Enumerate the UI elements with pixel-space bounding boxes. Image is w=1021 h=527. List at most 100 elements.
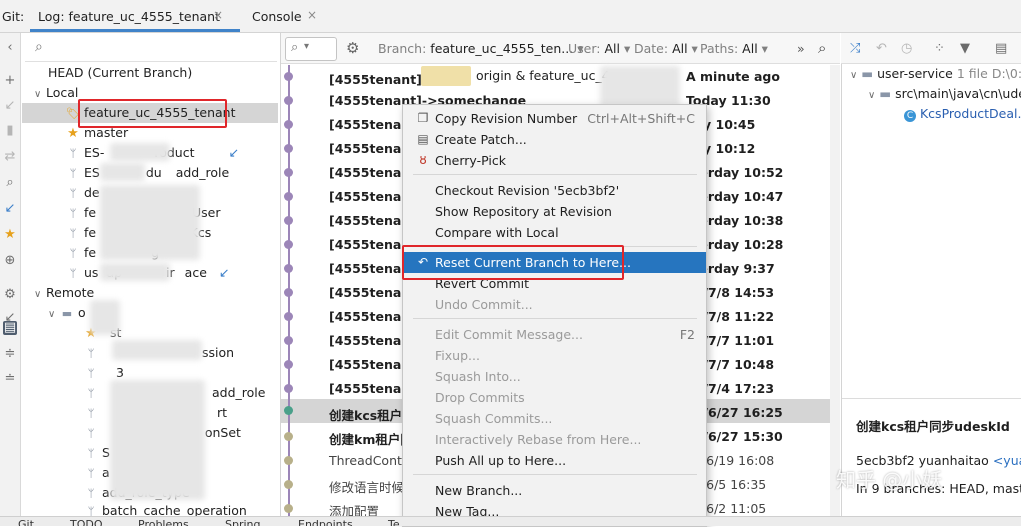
branch-icon: ᛘ bbox=[87, 407, 95, 420]
chevron-down-icon: ∨ bbox=[868, 90, 876, 101]
menu-push-up[interactable]: Push All up to Here... bbox=[403, 450, 706, 471]
search-icon[interactable]: ⌕ bbox=[3, 176, 17, 190]
paths-filter[interactable]: Paths: All ▾ bbox=[700, 41, 768, 56]
tool-window-tabbar: Git: Log: feature_uc_4555_tenant × Conso… bbox=[0, 0, 1021, 33]
menu-compare-local[interactable]: Compare with Local bbox=[403, 222, 706, 243]
diff-arrows-icon[interactable]: ⤮ bbox=[850, 41, 860, 56]
folder-icon: ▬ bbox=[61, 307, 73, 320]
tab-log[interactable]: Log: feature_uc_4555_tenant bbox=[38, 9, 220, 24]
menu-copy-revision[interactable]: ❐ Copy Revision Number Ctrl+Alt+Shift+C bbox=[403, 108, 706, 129]
commit-graph-node-selected bbox=[284, 406, 293, 415]
commit-message: 修改语言时候 bbox=[329, 480, 405, 495]
branch-icon: ᛘ bbox=[87, 347, 95, 360]
collapse-all-icon[interactable]: ≐ bbox=[3, 372, 17, 386]
folder-icon: ▬ bbox=[879, 86, 892, 101]
fetch-icon[interactable]: ↙ bbox=[3, 202, 17, 216]
tab-console[interactable]: Console bbox=[252, 9, 302, 24]
repository-icon[interactable]: ⊕ bbox=[3, 254, 17, 268]
privacy-blur bbox=[100, 263, 170, 281]
menu-show-repository[interactable]: Show Repository at Revision bbox=[403, 201, 706, 222]
commit-graph-node bbox=[284, 456, 293, 465]
menu-fixup[interactable]: Fixup... bbox=[403, 345, 706, 366]
menu-checkout-revision[interactable]: Checkout Revision '5ecb3bf2' bbox=[403, 180, 706, 201]
branch-icon: ᛘ bbox=[87, 447, 95, 460]
java-class-icon: C bbox=[904, 110, 916, 122]
chevron-down-icon: ∨ bbox=[34, 89, 42, 100]
remote-origin-folder[interactable]: ∨ ▬ o bbox=[48, 303, 86, 323]
search-icon: ⌕ bbox=[291, 40, 299, 55]
head-node[interactable]: HEAD (Current Branch) bbox=[48, 63, 192, 83]
remote-branch-item[interactable]: ᛘS bbox=[84, 443, 110, 463]
branch-icon: ᛘ bbox=[69, 167, 77, 180]
update-arrow-icon[interactable]: ↙ bbox=[3, 99, 17, 113]
date-filter[interactable]: Date: All ▾ bbox=[634, 41, 698, 56]
commit-graph-node bbox=[284, 312, 293, 321]
collapse-arrow-icon[interactable]: ‹ bbox=[3, 41, 17, 55]
group-by-icon[interactable]: ⁘ bbox=[934, 41, 945, 56]
expand-all-icon[interactable]: ≑ bbox=[3, 347, 17, 361]
menu-squash-commits[interactable]: Squash Commits... bbox=[403, 408, 706, 429]
branch-icon: ᛘ bbox=[87, 427, 95, 440]
watermark: 知乎 @小妖 bbox=[836, 468, 943, 492]
log-filter-search[interactable]: ⌕ ▾ bbox=[285, 37, 337, 61]
close-log-tab-icon[interactable]: × bbox=[213, 8, 223, 22]
group-by-icon[interactable]: ▤ bbox=[3, 321, 17, 335]
branch-filter[interactable]: Branch: feature_uc_4555_ten... ▾ bbox=[378, 41, 583, 56]
commit-date: A minute ago bbox=[686, 69, 780, 84]
commit-graph-node bbox=[284, 144, 293, 153]
branch-item[interactable]: ᛘ de bbox=[66, 183, 100, 203]
branch-icon: ᛘ bbox=[87, 367, 95, 380]
menu-separator bbox=[413, 474, 697, 475]
compare-icon[interactable]: ⇄ bbox=[3, 150, 17, 164]
filter-icon[interactable]: ▼ bbox=[960, 41, 970, 56]
commit-graph-node bbox=[284, 216, 293, 225]
settings-gear-icon[interactable]: ⚙ bbox=[3, 288, 17, 302]
remote-group[interactable]: ∨ Remote bbox=[34, 283, 94, 303]
layout-icon[interactable]: ▤ bbox=[995, 41, 1007, 56]
history-icon[interactable]: ◷ bbox=[901, 41, 912, 56]
dropdown-arrow-icon: ▾ bbox=[304, 41, 310, 52]
branch-master[interactable]: ★ master bbox=[66, 123, 128, 143]
close-console-tab-icon[interactable]: × bbox=[307, 8, 317, 22]
add-icon[interactable]: + bbox=[3, 74, 17, 88]
menu-cherry-pick[interactable]: ȣ Cherry-Pick bbox=[403, 150, 706, 171]
commit-graph-node bbox=[284, 504, 293, 513]
privacy-blur bbox=[90, 300, 120, 335]
commit-graph-node bbox=[284, 264, 293, 273]
favorite-star-icon[interactable]: ★ bbox=[3, 228, 17, 242]
delete-icon[interactable]: ▮ bbox=[3, 124, 17, 138]
search-icon[interactable]: ⌕ bbox=[818, 39, 826, 57]
commit-graph-node bbox=[284, 120, 293, 129]
branch-icon: ᛘ bbox=[69, 267, 77, 280]
more-filters-icon[interactable]: » bbox=[797, 41, 805, 56]
branch-icon: ᛘ bbox=[69, 227, 77, 240]
module-node[interactable]: ∨ ▬ user-service 1 file D:\0: bbox=[850, 66, 1021, 81]
patch-icon: ▤ bbox=[417, 132, 429, 146]
changed-file[interactable]: C KcsProductDeal.ja bbox=[904, 106, 1021, 122]
commit-graph-node bbox=[284, 360, 293, 369]
menu-separator bbox=[413, 174, 697, 175]
menu-squash-into[interactable]: Squash Into... bbox=[403, 366, 706, 387]
user-filter[interactable]: User: All ▾ bbox=[568, 41, 630, 56]
menu-create-patch[interactable]: ▤ Create Patch... bbox=[403, 129, 706, 150]
privacy-blur bbox=[110, 380, 205, 500]
branch-search-field[interactable]: ⌕ bbox=[25, 37, 277, 62]
branch-icon: ᛘ bbox=[69, 247, 77, 260]
annotation-highlight-box bbox=[402, 245, 624, 280]
menu-edit-message[interactable]: Edit Commit Message... F2 bbox=[403, 324, 706, 345]
menu-drop-commits[interactable]: Drop Commits bbox=[403, 387, 706, 408]
menu-undo-commit[interactable]: Undo Commit... bbox=[403, 294, 706, 315]
commit-graph-node bbox=[284, 384, 293, 393]
menu-separator bbox=[413, 318, 697, 319]
settings-gear-icon[interactable]: ⚙ bbox=[346, 39, 359, 57]
branch-icon: ᛘ bbox=[87, 467, 95, 480]
path-node[interactable]: ∨ ▬ src\main\java\cn\ude bbox=[868, 86, 1021, 101]
log-scrollbar[interactable] bbox=[830, 65, 840, 525]
incoming-arrow-icon: ↙ bbox=[218, 265, 230, 280]
menu-interactive-rebase[interactable]: Interactively Rebase from Here... bbox=[403, 429, 706, 450]
copy-icon: ❐ bbox=[417, 111, 429, 125]
branch-item[interactable]: ᛘ ES du add_role bbox=[66, 163, 229, 183]
local-group[interactable]: ∨ Local bbox=[34, 83, 78, 103]
revert-icon[interactable]: ↶ bbox=[876, 41, 887, 56]
menu-new-branch[interactable]: New Branch... bbox=[403, 480, 706, 501]
